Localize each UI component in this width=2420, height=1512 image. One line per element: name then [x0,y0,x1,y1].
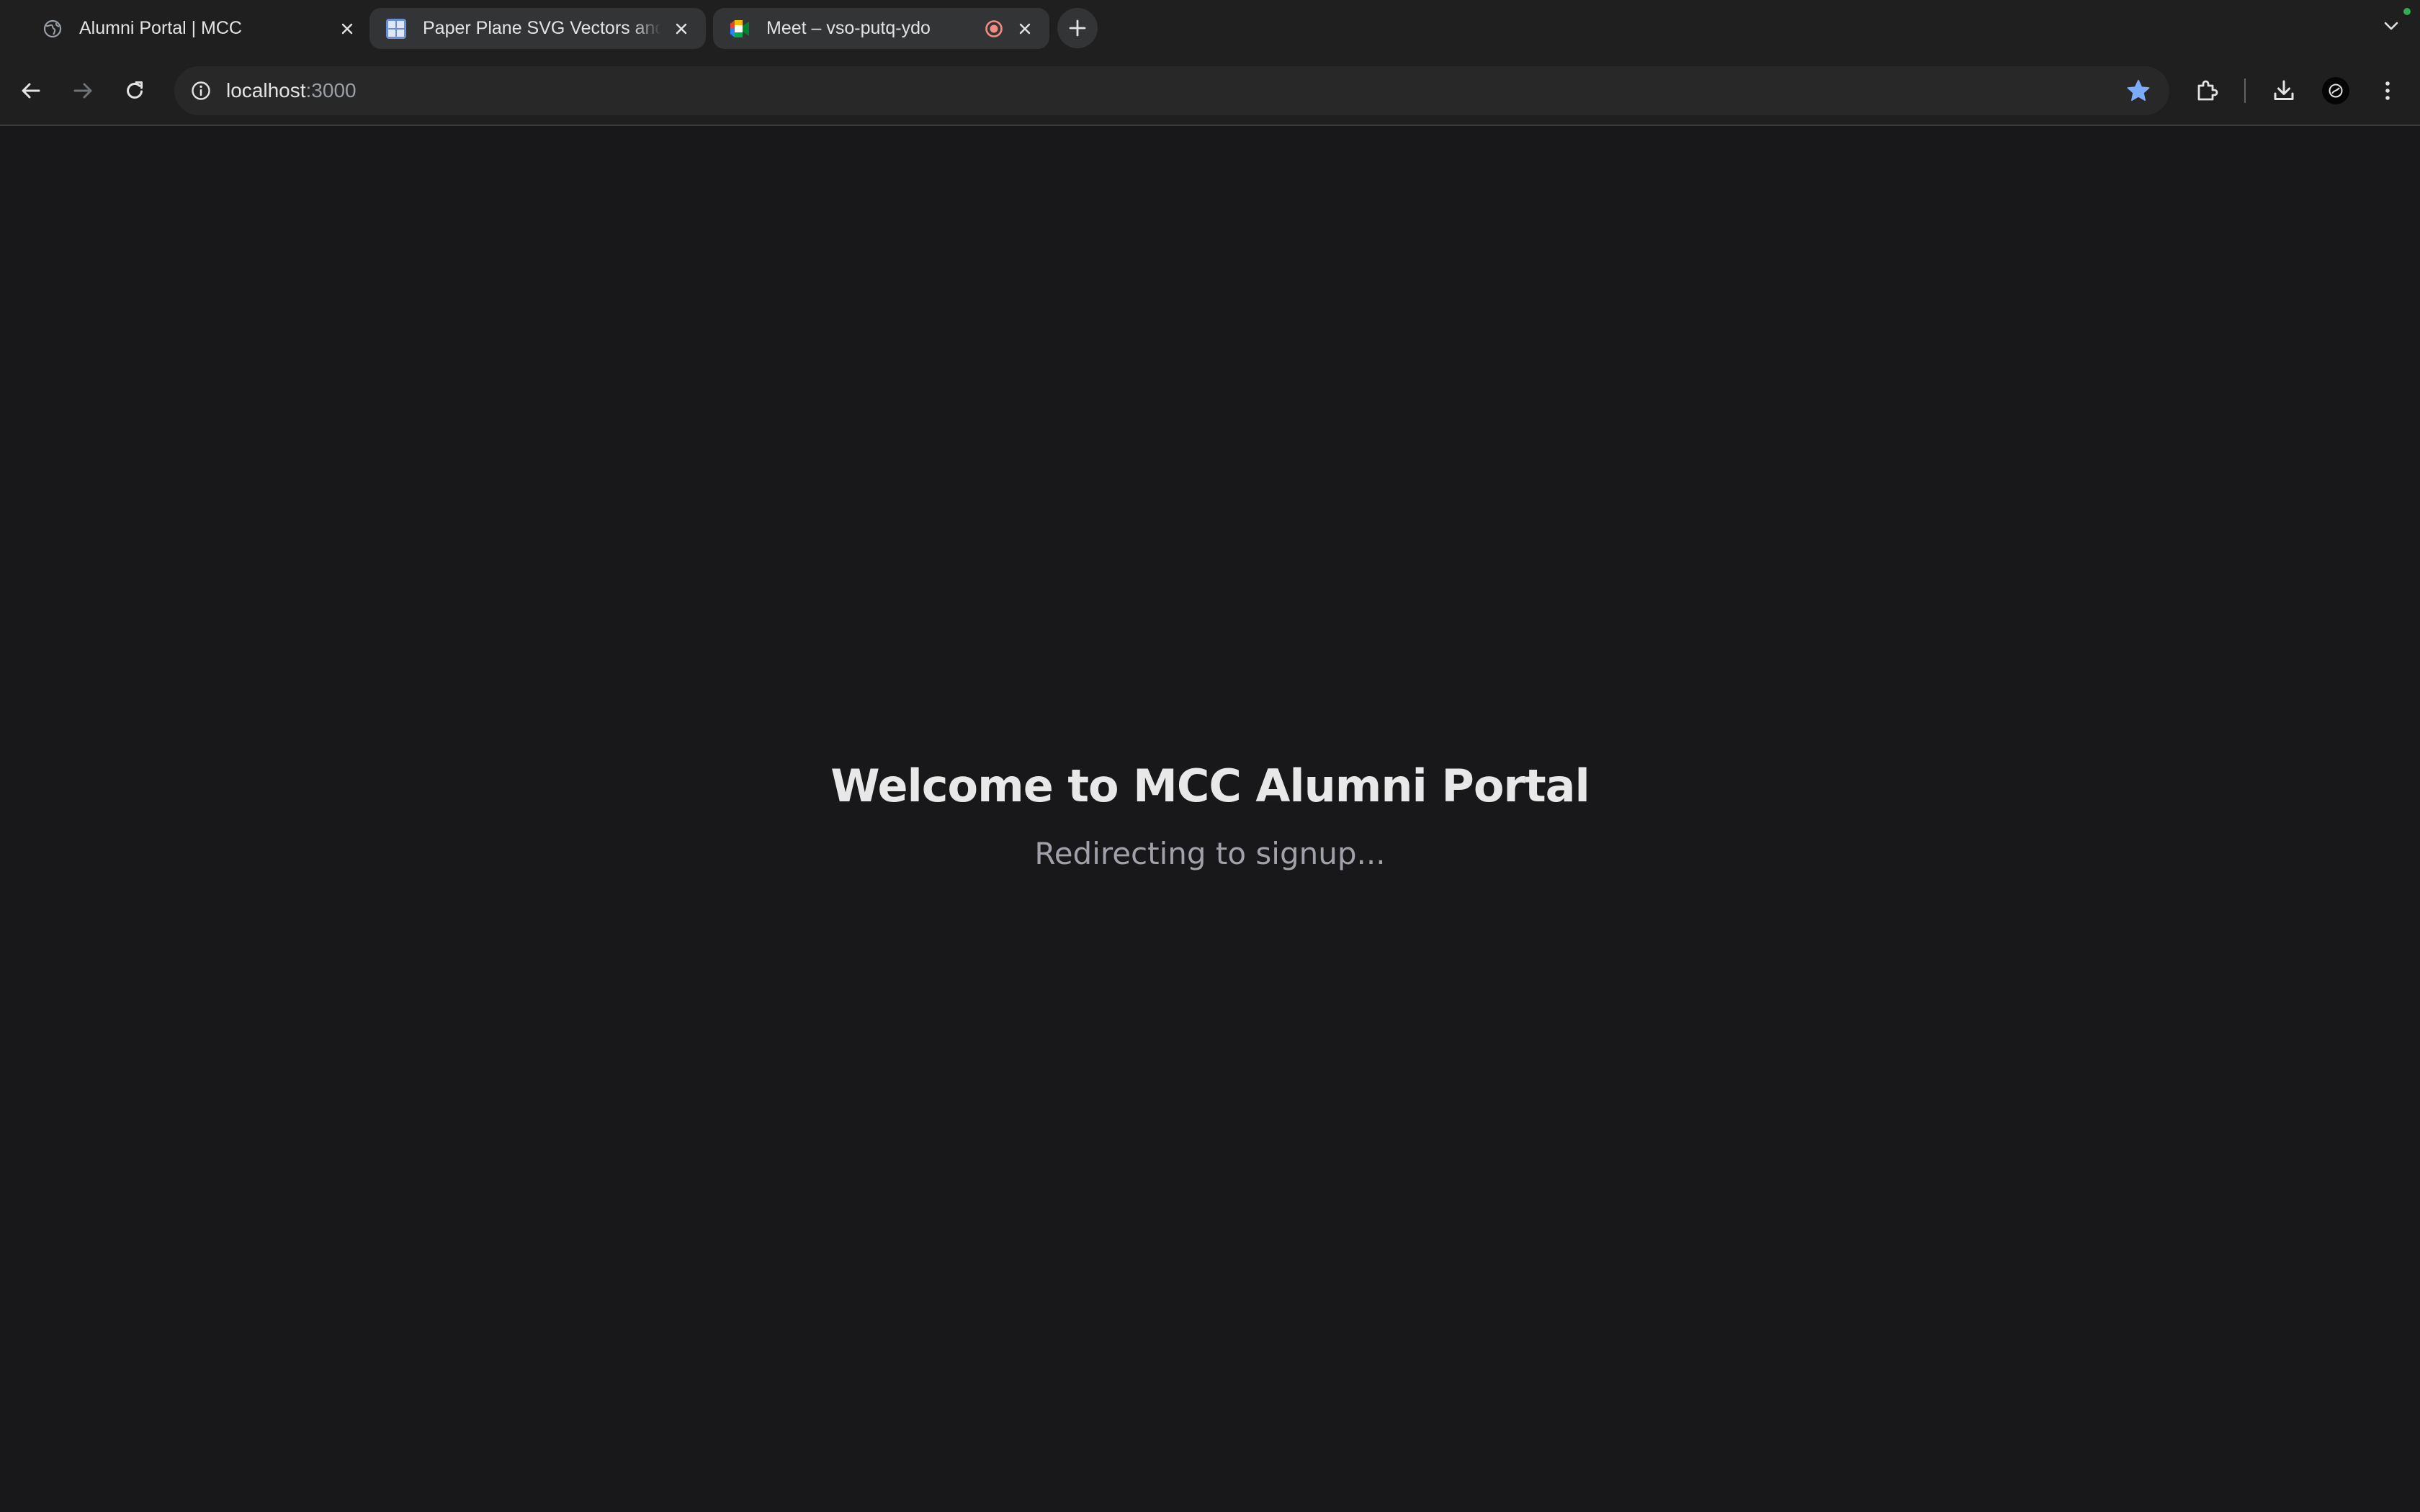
globe-icon [42,18,63,40]
back-button[interactable] [9,69,53,112]
kebab-menu-icon [2385,81,2390,100]
arrow-right-icon [73,83,92,99]
page-title: Welcome to MCC Alumni Portal [830,760,1590,812]
star-icon [2127,79,2150,102]
download-icon [2274,80,2294,100]
close-tab-button[interactable] [668,16,694,42]
avatar [2322,77,2349,104]
tab-alumni-portal[interactable]: Alumni Portal | MCC [26,8,372,49]
browser-toolbar: localhost:3000 [0,58,2420,125]
redirect-message: Redirecting to signup... [1034,836,1386,871]
puzzle-piece-icon [2197,80,2218,101]
close-icon [1019,23,1031,34]
close-tab-button[interactable] [334,16,360,42]
google-meet-icon [729,18,750,40]
close-icon [676,23,687,34]
downloads-button[interactable] [2262,69,2305,112]
extensions-button[interactable] [2185,69,2228,112]
tab-google-meet[interactable]: Meet – vso-putq-ydo [713,8,1049,49]
info-icon [192,81,210,100]
url-text[interactable]: localhost:3000 [226,66,357,115]
forward-button[interactable] [61,69,104,112]
tab-title: Alumni Portal | MCC [79,18,242,38]
plus-icon [1069,19,1086,37]
reload-icon [127,81,143,99]
close-tab-button[interactable] [1012,16,1038,42]
tab-search-button[interactable] [2377,12,2406,40]
update-indicator-dot [2403,8,2411,15]
toolbar-separator [2244,78,2246,103]
tab-paper-plane-svg[interactable]: Paper Plane SVG Vectors and [369,8,706,49]
url-host: localhost [226,79,306,102]
close-icon [341,23,353,34]
site-info-button[interactable] [183,73,219,109]
url-port: :3000 [305,79,357,102]
arrow-left-icon [22,83,40,99]
recording-indicator-icon [983,18,1005,40]
tab-title: Paper Plane SVG Vectors and [423,18,661,38]
address-bar[interactable]: localhost:3000 [174,66,2169,115]
svgrepo-icon [385,18,407,40]
browser-menu-button[interactable] [2366,69,2409,112]
tab-strip: Alumni Portal | MCC Paper Plane SVG Vect… [0,0,2420,58]
page-viewport: Welcome to MCC Alumni Portal Redirecting… [0,126,2420,1512]
tab-title: Meet – vso-putq-ydo [766,18,931,38]
bookmark-star-button[interactable] [2120,73,2156,109]
profile-button[interactable] [2314,69,2357,112]
chevron-down-icon [2384,22,2398,30]
browser-window: Alumni Portal | MCC Paper Plane SVG Vect… [0,0,2420,1512]
reload-button[interactable] [113,69,156,112]
new-tab-button[interactable] [1057,8,1098,48]
profile-logo-icon [2329,84,2343,98]
